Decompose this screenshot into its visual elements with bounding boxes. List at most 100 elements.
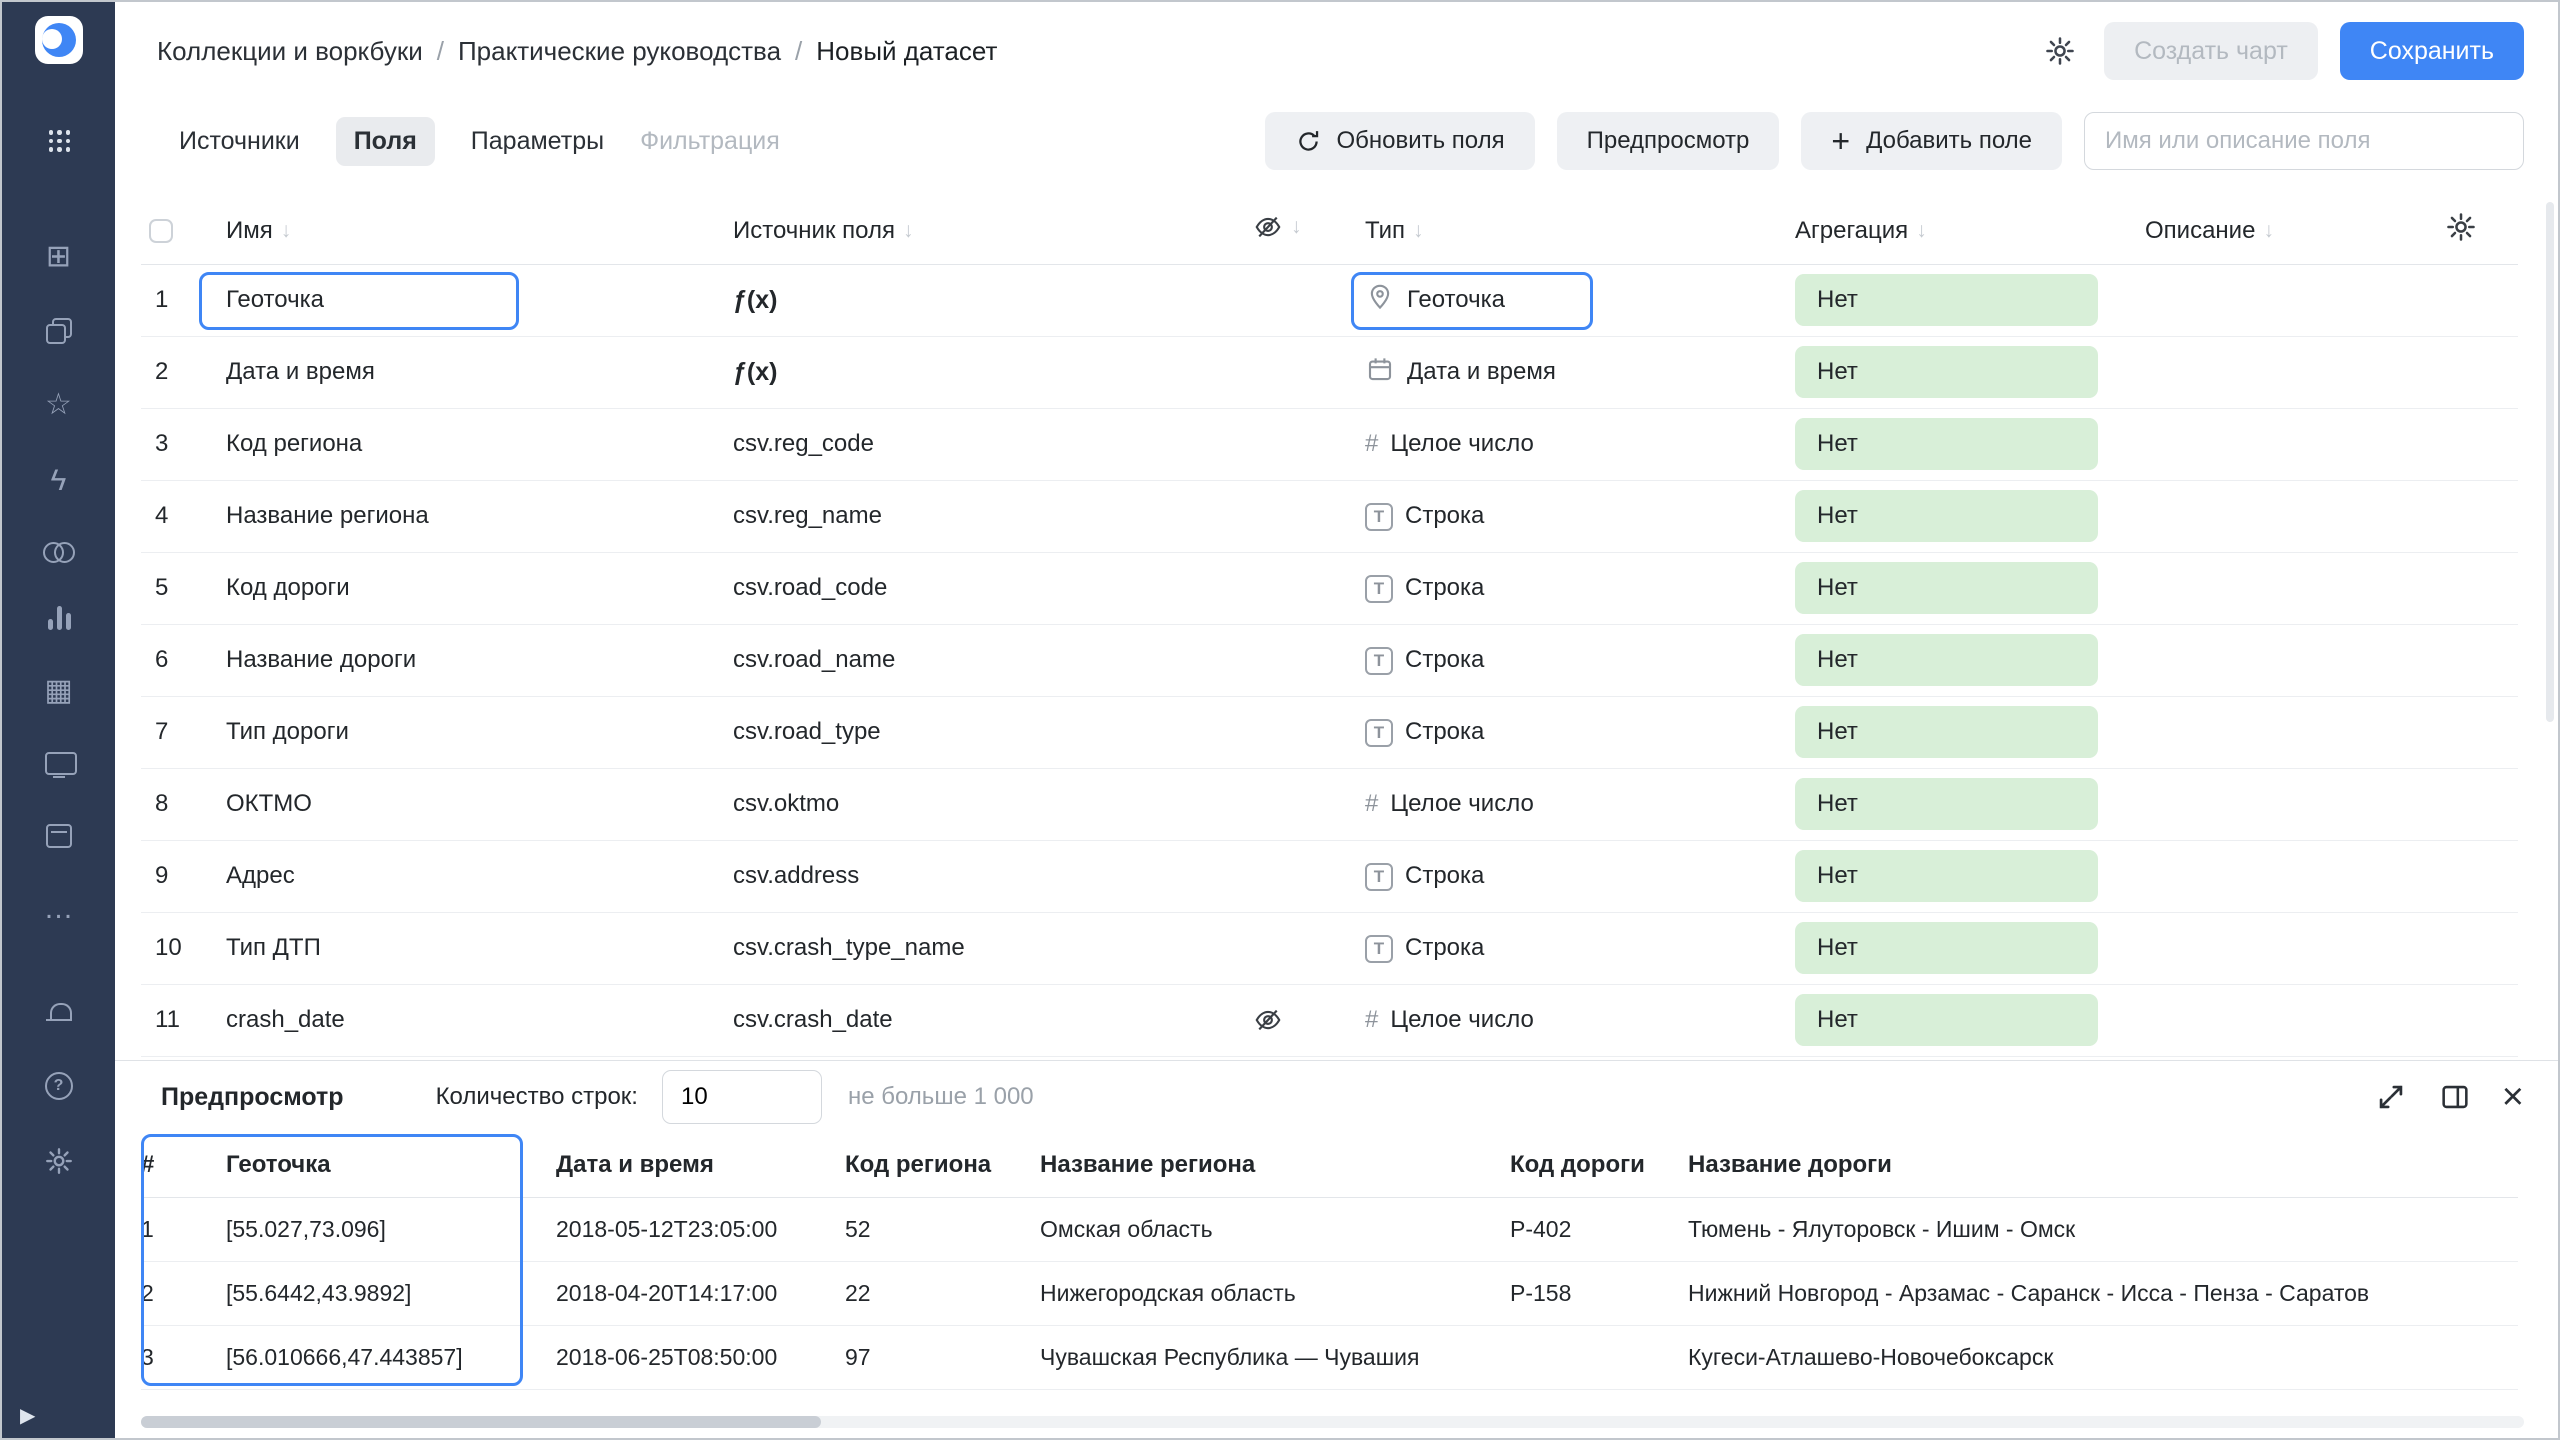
help-button[interactable]: ? [45, 1072, 73, 1100]
aggregation-select[interactable]: Нет [1795, 994, 2098, 1046]
row-count-input[interactable] [662, 1070, 822, 1124]
preview-toggle-button[interactable]: Предпросмотр [1557, 112, 1780, 170]
field-type[interactable]: Строка [1405, 502, 1484, 530]
dataset-settings-button[interactable] [2038, 29, 2082, 73]
fullscreen-icon[interactable] [2374, 1080, 2408, 1114]
field-row[interactable]: 10 Тип ДТП csv.crash_type_name TСтрока Н… [141, 912, 2518, 984]
column-header-description[interactable]: Описание [2145, 217, 2255, 245]
sidebar-item-favorites[interactable]: ☆ [45, 390, 72, 420]
field-row[interactable]: 3 Код региона csv.reg_code #Целое число … [141, 408, 2518, 480]
eye-off-icon[interactable] [1253, 212, 1283, 242]
field-description[interactable] [2145, 552, 2445, 624]
tab-parameters[interactable]: Параметры [471, 127, 604, 156]
field-name[interactable]: Адрес [226, 862, 295, 889]
aggregation-select[interactable]: Нет [1795, 274, 2098, 326]
field-name[interactable]: Тип дороги [226, 718, 349, 745]
aggregation-select[interactable]: Нет [1795, 562, 2098, 614]
aggregation-select[interactable]: Нет [1795, 490, 2098, 542]
select-all-checkbox[interactable] [149, 219, 173, 243]
aggregation-select[interactable]: Нет [1795, 418, 2098, 470]
field-row[interactable]: 4 Название региона csv.reg_name TСтрока … [141, 480, 2518, 552]
field-type[interactable]: Строка [1405, 934, 1484, 962]
breadcrumb-collections[interactable]: Коллекции и воркбуки [157, 36, 423, 67]
sidebar-item-more[interactable]: … [44, 894, 74, 924]
field-description[interactable] [2145, 264, 2445, 336]
field-type[interactable]: Строка [1405, 862, 1484, 890]
field-name[interactable]: crash_date [226, 1006, 345, 1033]
field-description[interactable] [2145, 984, 2445, 1056]
field-type[interactable]: Целое число [1390, 790, 1533, 818]
field-description[interactable] [2145, 768, 2445, 840]
sort-icon[interactable]: ↓ [1916, 219, 1927, 243]
field-search-input[interactable] [2084, 112, 2524, 170]
field-name[interactable]: Код региона [226, 430, 362, 457]
column-header-name[interactable]: Имя [226, 217, 273, 245]
field-name[interactable]: Тип ДТП [226, 934, 321, 961]
close-icon[interactable]: × [2502, 1078, 2524, 1116]
field-type[interactable]: Целое число [1390, 1006, 1533, 1034]
apps-menu-button[interactable] [49, 130, 69, 150]
aggregation-select[interactable]: Нет [1795, 706, 2098, 758]
field-row[interactable]: 2 Дата и время ƒ(x) Дата и время Нет [141, 336, 2518, 408]
aggregation-select[interactable]: Нет [1795, 850, 2098, 902]
field-name[interactable]: Дата и время [226, 358, 375, 385]
datalens-logo[interactable] [35, 2, 83, 64]
field-type[interactable]: Целое число [1390, 430, 1533, 458]
aggregation-select[interactable]: Нет [1795, 778, 2098, 830]
field-row[interactable]: 7 Тип дороги csv.road_type TСтрока Нет [141, 696, 2518, 768]
field-row[interactable]: 8 ОКТМО csv.oktmo #Целое число Нет [141, 768, 2518, 840]
sidebar-expand-button[interactable]: ▶ [2, 1403, 35, 1428]
horizontal-scrollbar-thumb[interactable] [141, 1416, 821, 1428]
field-description[interactable] [2145, 336, 2445, 408]
field-type[interactable]: Строка [1405, 646, 1484, 674]
vertical-scrollbar-thumb[interactable] [2546, 202, 2554, 722]
save-button[interactable]: Сохранить [2340, 22, 2524, 80]
dock-panel-icon[interactable] [2438, 1080, 2472, 1114]
field-description[interactable] [2145, 840, 2445, 912]
sort-icon[interactable]: ↓ [903, 219, 914, 243]
tab-sources[interactable]: Источники [179, 127, 300, 156]
field-description[interactable] [2145, 624, 2445, 696]
field-name[interactable]: ОКТМО [226, 790, 312, 817]
sidebar-item-widgets[interactable]: ⊞ [46, 242, 71, 272]
hidden-flag[interactable] [1253, 1005, 1283, 1032]
sidebar-item-charts[interactable] [46, 606, 72, 630]
field-row[interactable]: 11 crash_date csv.crash_date #Целое числ… [141, 984, 2518, 1056]
field-description[interactable] [2145, 912, 2445, 984]
sort-icon[interactable]: ↓ [1291, 215, 1302, 239]
sidebar-item-datasets[interactable]: ▦ [44, 676, 72, 706]
field-name[interactable]: Название дороги [226, 646, 416, 673]
field-description[interactable] [2145, 696, 2445, 768]
field-row[interactable]: 6 Название дороги csv.road_name TСтрока … [141, 624, 2518, 696]
sort-icon[interactable]: ↓ [281, 219, 292, 243]
field-type[interactable]: Строка [1405, 718, 1484, 746]
field-name[interactable]: Код дороги [226, 574, 350, 601]
tab-filtering[interactable]: Фильтрация [640, 127, 780, 156]
column-header-type[interactable]: Тип [1365, 217, 1405, 245]
field-description[interactable] [2145, 408, 2445, 480]
field-row[interactable]: 5 Код дороги csv.road_code TСтрока Нет [141, 552, 2518, 624]
sort-icon[interactable]: ↓ [2263, 219, 2274, 243]
field-type[interactable]: Геоточка [1407, 286, 1505, 314]
sidebar-item-queries[interactable]: ϟ [51, 466, 67, 496]
table-settings-gear-icon[interactable] [2445, 211, 2477, 243]
aggregation-select[interactable]: Нет [1795, 922, 2098, 974]
field-name[interactable]: Название региона [226, 502, 429, 529]
notifications-button[interactable] [46, 1002, 72, 1026]
sidebar-item-collections[interactable] [46, 318, 72, 344]
tab-fields[interactable]: Поля [336, 117, 435, 166]
sidebar-item-storage[interactable] [46, 824, 72, 848]
settings-button[interactable] [44, 1146, 74, 1176]
refresh-fields-button[interactable]: Обновить поля [1265, 112, 1534, 170]
column-header-aggregation[interactable]: Агрегация [1795, 217, 1908, 245]
sidebar-item-dashboards[interactable] [45, 752, 73, 778]
sidebar-item-connections[interactable] [43, 542, 75, 560]
add-field-button[interactable]: + Добавить поле [1801, 112, 2062, 170]
field-type[interactable]: Дата и время [1407, 358, 1556, 386]
aggregation-select[interactable]: Нет [1795, 346, 2098, 398]
create-chart-button[interactable]: Создать чарт [2104, 22, 2318, 80]
field-description[interactable] [2145, 480, 2445, 552]
column-header-source[interactable]: Источник поля [733, 217, 895, 245]
field-row[interactable]: 9 Адрес csv.address TСтрока Нет [141, 840, 2518, 912]
breadcrumb-workbook[interactable]: Практические руководства [458, 36, 781, 67]
